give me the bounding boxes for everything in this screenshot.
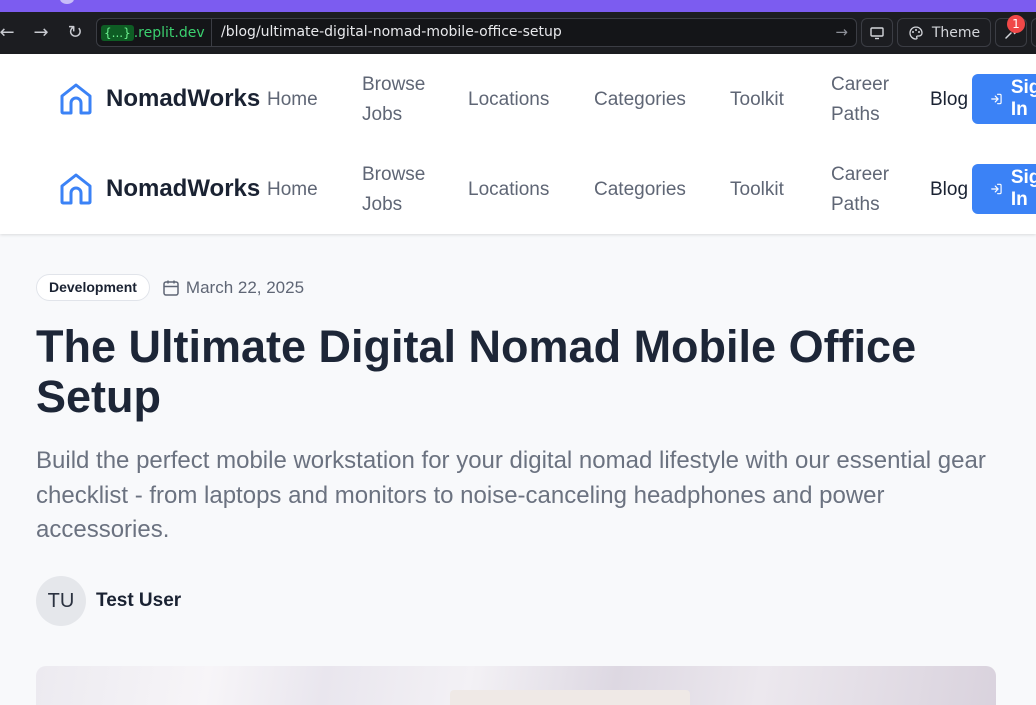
nav-career-paths-line1: Career [831, 164, 890, 185]
sign-in-button[interactable]: Sign In [972, 164, 1036, 214]
sign-in-icon [991, 183, 1002, 195]
nav-locations[interactable]: Locations [468, 85, 549, 115]
palette-icon [909, 25, 923, 40]
sign-in-icon [991, 93, 1002, 105]
url-host: {...} .replit.dev [101, 22, 209, 43]
author-info: TU Test User [36, 576, 181, 626]
nav-home[interactable]: Home [267, 175, 318, 205]
article-title: The Ultimate Digital Nomad Mobile Office… [36, 321, 917, 422]
site-header: NomadWorks Home Browse Jobs Locations Cat… [0, 54, 1036, 234]
nav-toolkit[interactable]: Toolkit [730, 175, 784, 205]
back-arrow-icon[interactable]: ← [0, 22, 18, 44]
url-host-domain: .replit.dev [133, 24, 205, 41]
nav-toolkit[interactable]: Toolkit [730, 85, 784, 115]
home-logo-icon [60, 173, 92, 205]
devices-button[interactable] [861, 18, 893, 47]
brand-logo[interactable]: NomadWorks [58, 171, 260, 207]
browser-top-strip [0, 0, 1036, 12]
url-path[interactable]: /blog/ultimate-digital-nomad-mobile-offi… [221, 24, 562, 40]
url-host-brace: {...} [101, 24, 134, 41]
nav-blog[interactable]: Blog [930, 175, 968, 205]
brand-name: NomadWorks [106, 175, 261, 202]
nav-career-paths[interactable]: Career Paths [831, 70, 889, 130]
nav-bar-duplicate: NomadWorks Home Browse Jobs Locations Cat… [0, 144, 1036, 234]
avatar: TU [36, 576, 86, 626]
publish-date: March 22, 2025 [185, 277, 305, 297]
article-subtitle: Build the perfect mobile workstation for… [36, 447, 986, 543]
nav-home[interactable]: Home [267, 85, 318, 115]
nav-career-paths-line2: Paths [831, 194, 880, 215]
nav-browse-jobs-line1: Browse [362, 164, 426, 185]
notification-badge: 1 [1007, 15, 1025, 33]
author-name: Test User [96, 590, 182, 611]
sign-in-label: Sign In [1010, 77, 1036, 120]
nav-locations[interactable]: Locations [468, 175, 549, 205]
nav-career-paths-line2: Paths [831, 104, 880, 125]
url-divider [211, 19, 212, 46]
nav-categories[interactable]: Categories [594, 175, 686, 205]
calendar-icon [163, 280, 179, 296]
browser-toolbar: ← → ↻ {...} .replit.dev /blog/ultimate-d… [0, 12, 1036, 54]
address-bar[interactable]: {...} .replit.dev /blog/ultimate-digital… [96, 18, 857, 47]
home-logo-icon [60, 83, 92, 115]
brand-name: NomadWorks [106, 85, 261, 112]
category-badge[interactable]: Development [36, 274, 150, 301]
nav-career-paths-line1: Career [831, 74, 890, 95]
sign-in-label: Sign In [1010, 167, 1036, 210]
nav-browse-jobs-line1: Browse [362, 74, 426, 95]
brand-logo[interactable]: NomadWorks [58, 81, 260, 117]
theme-button[interactable]: Theme [897, 18, 991, 47]
forward-arrow-icon[interactable]: → [30, 22, 52, 44]
nav-categories[interactable]: Categories [594, 85, 686, 115]
monitor-icon [870, 26, 884, 39]
nav-browse-jobs-line2: Jobs [362, 104, 403, 125]
article-meta: Development March 22, 2025 [36, 274, 304, 301]
hero-image [36, 666, 996, 705]
hero-image-object [450, 690, 690, 705]
theme-label: Theme [931, 24, 981, 41]
nav-browse-jobs-line2: Jobs [362, 194, 403, 215]
go-arrow-icon[interactable]: → [835, 23, 848, 41]
overflow-button[interactable] [1031, 18, 1036, 47]
nav-blog[interactable]: Blog [930, 85, 968, 115]
nav-bar: NomadWorks Home Browse Jobs Locations Cat… [0, 54, 1036, 144]
sign-in-button[interactable]: Sign In [972, 74, 1036, 124]
tab-indicator [60, 0, 74, 4]
nav-career-paths[interactable]: Career Paths [831, 160, 889, 220]
reload-icon[interactable]: ↻ [64, 22, 86, 44]
nav-browse-jobs[interactable]: Browse Jobs [362, 70, 425, 130]
nav-browse-jobs[interactable]: Browse Jobs [362, 160, 425, 220]
